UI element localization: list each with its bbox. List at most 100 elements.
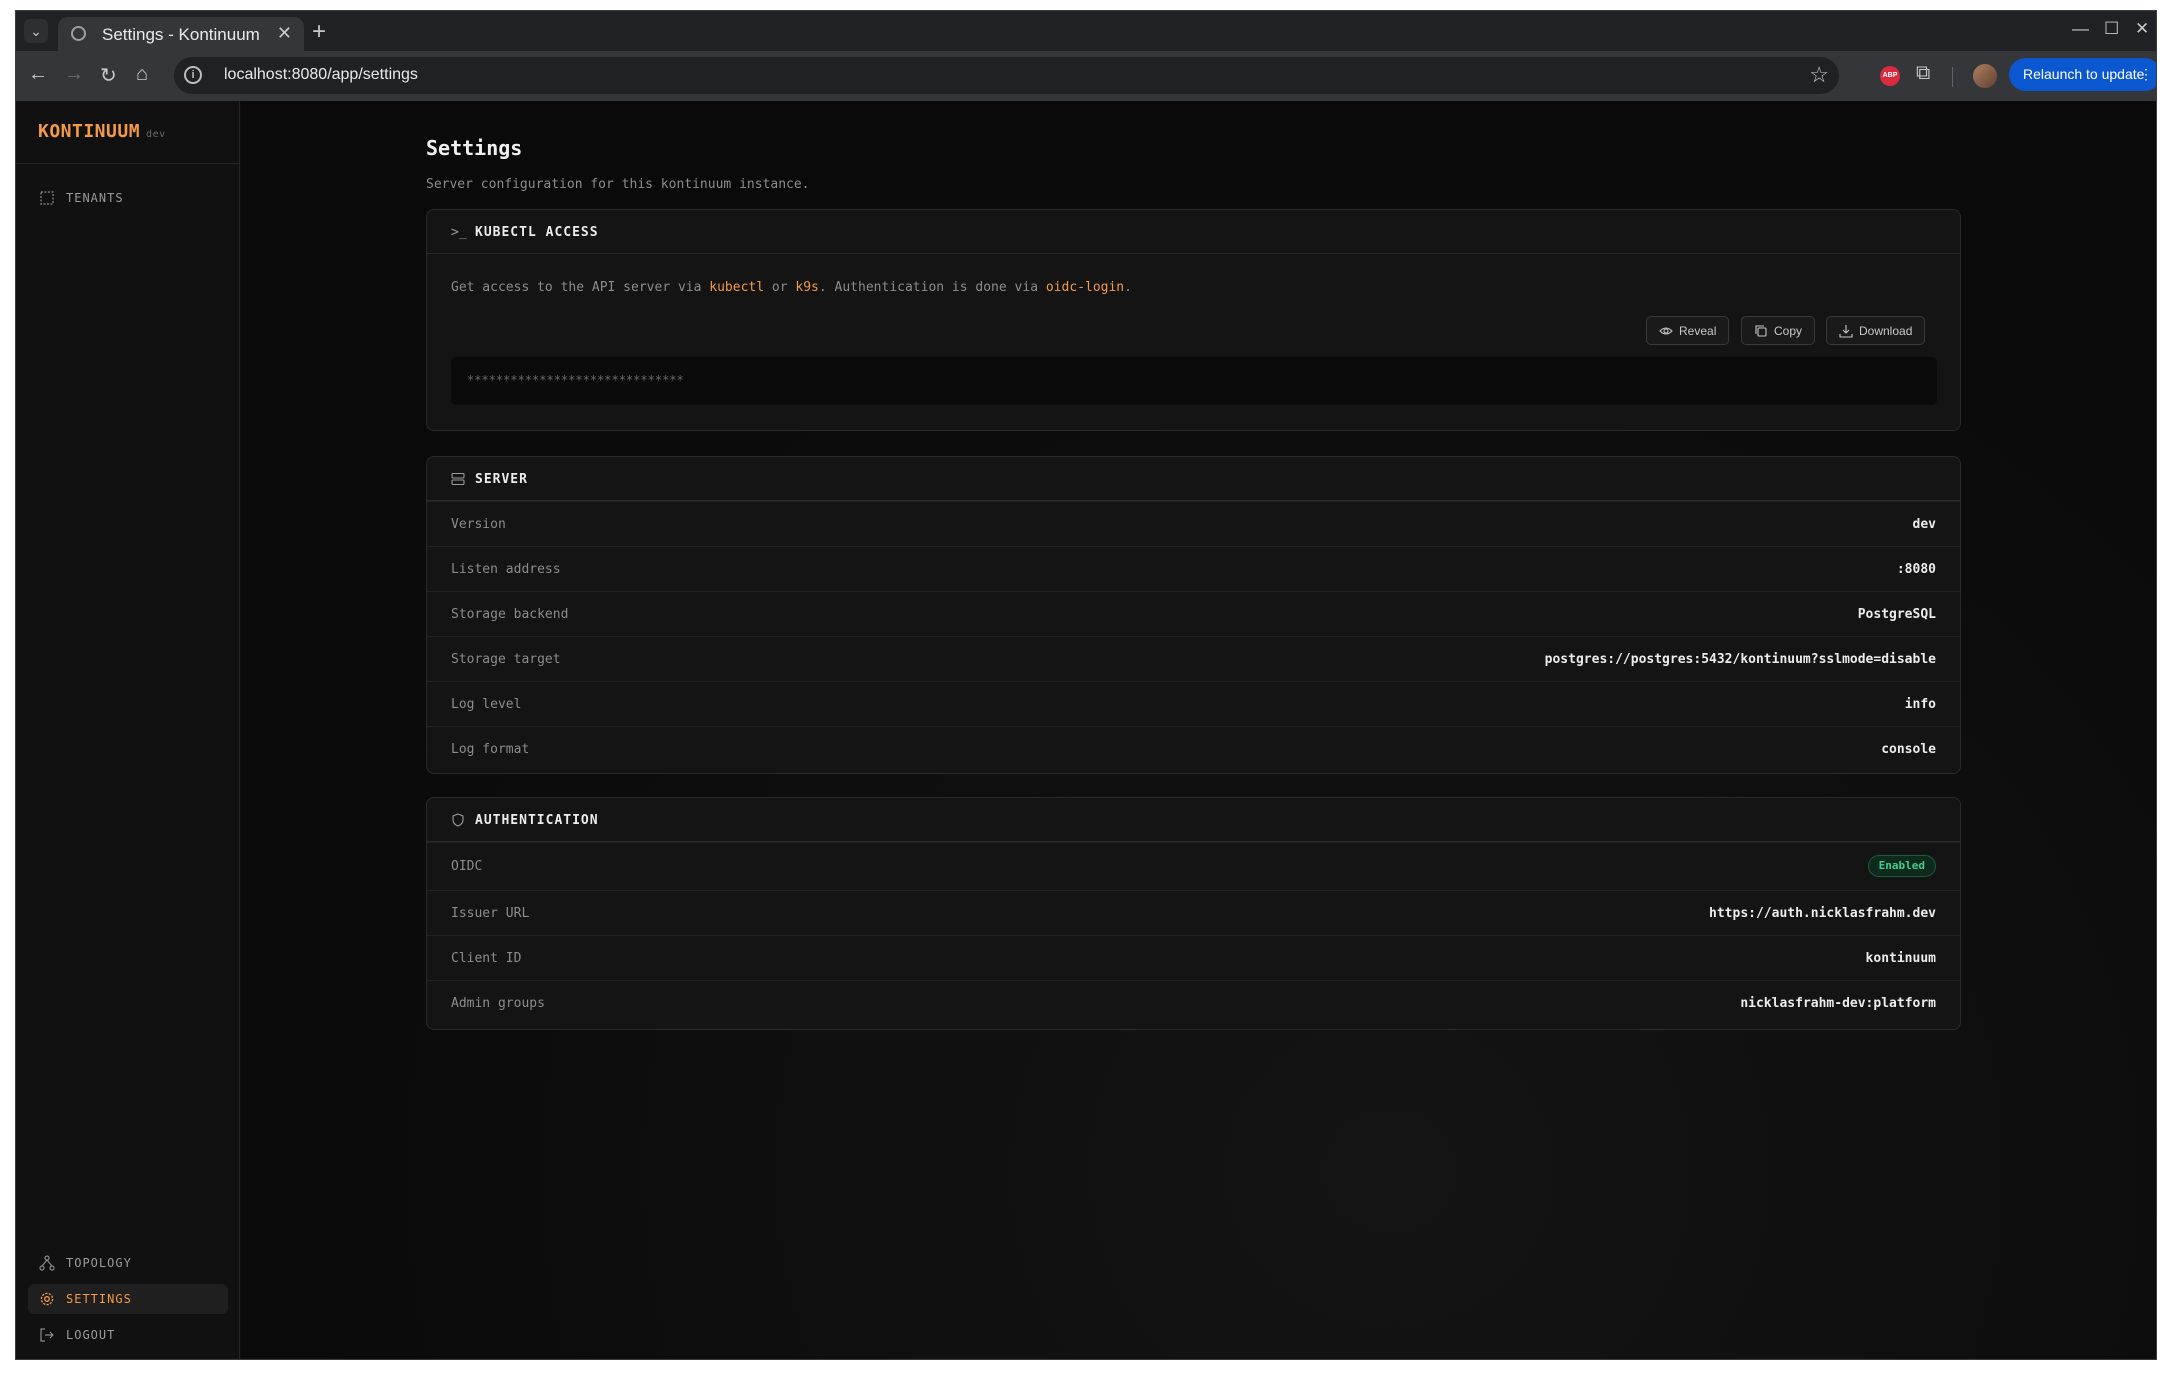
desc-text: . Authentication is done via xyxy=(818,280,1046,295)
site-info-icon[interactable]: i xyxy=(184,66,202,84)
app-root: KONTINUUM dev TENANTS TOPOLOGY SETTINGS xyxy=(16,101,2156,1359)
k9s-link[interactable]: k9s xyxy=(795,280,818,295)
sidebar-item-topology[interactable]: TOPOLOGY xyxy=(28,1248,228,1278)
close-tab-icon[interactable]: ✕ xyxy=(277,23,292,44)
toolbar-divider xyxy=(1952,67,1953,87)
auth-row-admin-groups: Admin groups nicklasfrahm-dev:platform xyxy=(427,980,1960,1025)
row-value: info xyxy=(1904,697,1936,712)
maximize-icon[interactable]: ☐ xyxy=(2104,19,2119,39)
row-key: Storage backend xyxy=(451,607,569,622)
server-row-log-level: Log level info xyxy=(427,681,1960,726)
divider xyxy=(16,163,239,164)
copy-button[interactable]: Copy xyxy=(1741,316,1816,345)
server-row-storage-backend: Storage backend PostgreSQL xyxy=(427,591,1960,636)
copy-icon xyxy=(1755,324,1767,337)
row-key: Storage target xyxy=(451,652,561,667)
sidebar: KONTINUUM dev TENANTS TOPOLOGY SETTINGS xyxy=(16,101,240,1359)
profile-avatar[interactable] xyxy=(1973,64,1997,88)
row-value: :8080 xyxy=(1896,562,1936,577)
page-title: Settings xyxy=(426,136,523,160)
brand-logo[interactable]: KONTINUUM dev xyxy=(38,121,166,142)
row-value: kontinuum xyxy=(1865,951,1936,966)
tab-title: Settings - Kontinuum xyxy=(102,25,260,44)
bookmark-star-icon[interactable]: ☆ xyxy=(1809,62,1829,88)
server-row-storage-target: Storage target postgres://postgres:5432/… xyxy=(427,636,1960,681)
card-header: SERVER xyxy=(427,457,1960,501)
auth-row-client-id: Client ID kontinuum xyxy=(427,935,1960,980)
download-button[interactable]: Download xyxy=(1826,316,1926,345)
row-value: PostgreSQL xyxy=(1857,607,1936,622)
card-title: AUTHENTICATION xyxy=(475,813,599,828)
shield-icon xyxy=(451,812,467,828)
server-card: SERVER Version dev Listen address :8080 … xyxy=(426,456,1961,774)
row-key: Log format xyxy=(451,742,530,757)
row-key: Log level xyxy=(451,697,522,712)
home-icon[interactable]: ⌂ xyxy=(136,63,148,86)
auth-row-issuer-url: Issuer URL https://auth.nicklasfrahm.dev xyxy=(427,890,1960,935)
row-key: Version xyxy=(451,517,506,532)
sidebar-item-label: SETTINGS xyxy=(66,1292,132,1306)
new-tab-icon[interactable]: + xyxy=(312,18,326,46)
tenants-icon xyxy=(39,190,55,206)
row-key: Client ID xyxy=(451,951,522,966)
adblock-extension-icon[interactable]: ABP xyxy=(1880,66,1900,86)
extensions-icon[interactable]: ⧉ xyxy=(1916,62,1930,85)
auth-row-oidc: OIDC Enabled xyxy=(427,842,1960,890)
oidc-login-link[interactable]: oidc-login xyxy=(1046,280,1124,295)
download-icon xyxy=(1839,324,1853,338)
reveal-label: Reveal xyxy=(1679,323,1717,338)
reload-icon[interactable]: ↻ xyxy=(100,63,117,88)
server-row-version: Version dev xyxy=(427,501,1960,546)
card-title: KUBECTL ACCESS xyxy=(475,225,599,240)
tab-strip: ⌄ Settings - Kontinuum ✕ + — ☐ ✕ xyxy=(16,11,2156,51)
browser-toolbar: ← → ↻ ⌂ i localhost:8080/app/settings ☆ xyxy=(16,51,2156,101)
window-close-icon[interactable]: ✕ xyxy=(2135,19,2149,39)
url-text: localhost:8080/app/settings xyxy=(224,66,418,83)
active-tab[interactable]: Settings - Kontinuum ✕ xyxy=(58,17,304,51)
brand-env: dev xyxy=(146,129,166,140)
sidebar-item-label: TENANTS xyxy=(66,191,124,205)
kubectl-access-card: >_ KUBECTL ACCESS Get access to the API … xyxy=(426,209,1961,431)
row-value: https://auth.nicklasfrahm.dev xyxy=(1709,906,1936,921)
authentication-card: AUTHENTICATION OIDC Enabled Issuer URL h… xyxy=(426,797,1961,1030)
sidebar-item-label: LOGOUT xyxy=(66,1328,116,1342)
sidebar-item-tenants[interactable]: TENANTS xyxy=(28,183,228,213)
more-menu-icon[interactable]: ⋮ xyxy=(2139,58,2153,91)
address-bar[interactable]: i localhost:8080/app/settings ☆ xyxy=(174,57,1839,94)
server-icon xyxy=(451,471,467,487)
tab-search-chevron-icon[interactable]: ⌄ xyxy=(24,19,48,43)
row-value: dev xyxy=(1912,517,1936,532)
row-value: postgres://postgres:5432/kontinuum?sslmo… xyxy=(1544,652,1936,667)
card-header: AUTHENTICATION xyxy=(427,798,1960,842)
relaunch-label: Relaunch to update xyxy=(2023,66,2145,82)
copy-label: Copy xyxy=(1774,323,1803,338)
row-key: Listen address xyxy=(451,562,561,577)
globe-icon xyxy=(71,26,86,41)
row-key: OIDC xyxy=(451,859,483,874)
download-label: Download xyxy=(1859,323,1913,338)
kubectl-description: Get access to the API server via kubectl… xyxy=(451,280,1132,295)
back-icon[interactable]: ← xyxy=(28,63,48,86)
desc-text: Get access to the API server via xyxy=(451,280,710,295)
forward-icon[interactable]: → xyxy=(64,63,84,86)
topology-icon xyxy=(39,1255,55,1271)
sidebar-item-label: TOPOLOGY xyxy=(66,1256,132,1270)
row-key: Admin groups xyxy=(451,996,545,1011)
card-header: >_ KUBECTL ACCESS xyxy=(427,210,1960,254)
kubectl-link[interactable]: kubectl xyxy=(709,280,764,295)
status-badge: Enabled xyxy=(1867,855,1936,877)
kubeconfig-token-field[interactable]: ****************************** xyxy=(451,357,1937,405)
browser-window: ⌄ Settings - Kontinuum ✕ + — ☐ ✕ ← → ↻ ⌂… xyxy=(15,10,2157,1360)
sidebar-item-settings[interactable]: SETTINGS xyxy=(28,1284,228,1314)
sidebar-item-logout[interactable]: LOGOUT xyxy=(28,1320,228,1350)
desc-text: . xyxy=(1124,280,1132,295)
desc-text: or xyxy=(764,280,796,295)
relaunch-button[interactable]: Relaunch to update ⋮ xyxy=(2009,58,2156,91)
brand-name: KONTINUUM xyxy=(38,121,141,142)
card-title: SERVER xyxy=(475,472,528,487)
minimize-icon[interactable]: — xyxy=(2072,19,2089,39)
row-key: Issuer URL xyxy=(451,906,530,921)
gear-icon xyxy=(39,1291,55,1307)
page-subtitle: Server configuration for this kontinuum … xyxy=(426,177,810,192)
reveal-button[interactable]: Reveal xyxy=(1646,316,1730,345)
